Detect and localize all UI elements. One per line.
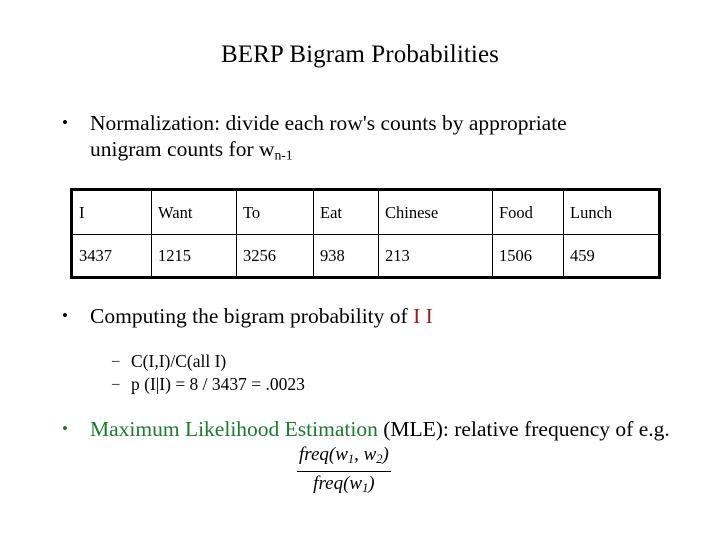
formula-numerator-fn: freq( [299, 444, 336, 465]
table-cell: 1215 [151, 234, 237, 278]
page-title: BERP Bigram Probabilities [221, 41, 499, 68]
bullet-mle: • Maximum Likelihood Estimation (MLE): r… [62, 416, 682, 442]
table-header-cell: Eat [313, 189, 379, 235]
formula-numerator-close: ) [382, 444, 389, 465]
subbullet-ratio-text: C(I,I)/C(all I) [131, 351, 227, 371]
bullet-computing-text: Computing the bigram probability of I I [90, 303, 642, 329]
bigram-highlight: I I [413, 304, 433, 328]
bullet-normalization-subscript: n-1 [274, 147, 293, 163]
table-cell: 3437 [71, 234, 152, 278]
formula-numerator: freq(w1, w2) [297, 444, 391, 472]
table-header-cell: To [236, 189, 314, 235]
subbullet-value-text: p (I|I) = 8 / 3437 = .0023 [131, 374, 305, 394]
formula-denominator: freq(w1) [297, 472, 391, 499]
unigram-counts-table: I Want To Eat Chinese Food Lunch 3437 12… [70, 188, 661, 279]
bullet-marker: • [62, 419, 68, 438]
bullet-marker: • [62, 113, 68, 132]
bullet-normalization-main: Normalization: divide each row's counts … [90, 111, 567, 161]
table-cell: 213 [378, 234, 493, 278]
table-header-cell: Chinese [378, 189, 493, 235]
bullet-mle-rest: (MLE): relative frequency of e.g. [377, 417, 670, 441]
bullet-normalization: • Normalization: divide each row's count… [62, 110, 622, 169]
subbullet-marker: – [112, 376, 120, 392]
table-header-cell: Lunch [563, 189, 660, 235]
bullet-normalization-text: Normalization: divide each row's counts … [90, 110, 622, 169]
subbullet-marker: – [112, 353, 120, 369]
table-header-row: I Want To Eat Chinese Food Lunch [71, 189, 660, 235]
table-header-cell: I [71, 189, 152, 235]
table-header-cell: Food [492, 189, 564, 235]
formula-denominator-w1: w [349, 472, 363, 494]
subbullet-ratio: – C(I,I)/C(all I) [112, 350, 532, 372]
table-header-cell: Want [151, 189, 237, 235]
table-cell: 3256 [236, 234, 314, 278]
formula-numerator-comma: , w [354, 444, 377, 465]
relative-frequency-formula: freq(w1, w2) freq(w1) [297, 444, 391, 499]
mle-highlight: Maximum Likelihood Estimation [90, 417, 378, 441]
bullet-mle-text: Maximum Likelihood Estimation (MLE): rel… [90, 416, 682, 442]
subbullet-value: – p (I|I) = 8 / 3437 = .0023 [112, 373, 532, 395]
formula-denominator-close: ) [368, 472, 375, 494]
formula-denominator-fn: freq( [313, 472, 350, 494]
table-cell: 1506 [492, 234, 564, 278]
table-cell: 938 [313, 234, 379, 278]
table-cell: 459 [563, 234, 660, 278]
bullet-computing: • Computing the bigram probability of I … [62, 303, 642, 329]
formula-numerator-w1: w [335, 444, 348, 465]
bullet-computing-main: Computing the bigram probability of [90, 304, 414, 328]
slide-canvas: BERP Bigram Probabilities • Normalizatio… [0, 0, 720, 540]
table-row: 3437 1215 3256 938 213 1506 459 [71, 234, 660, 278]
bullet-marker: • [62, 306, 68, 325]
